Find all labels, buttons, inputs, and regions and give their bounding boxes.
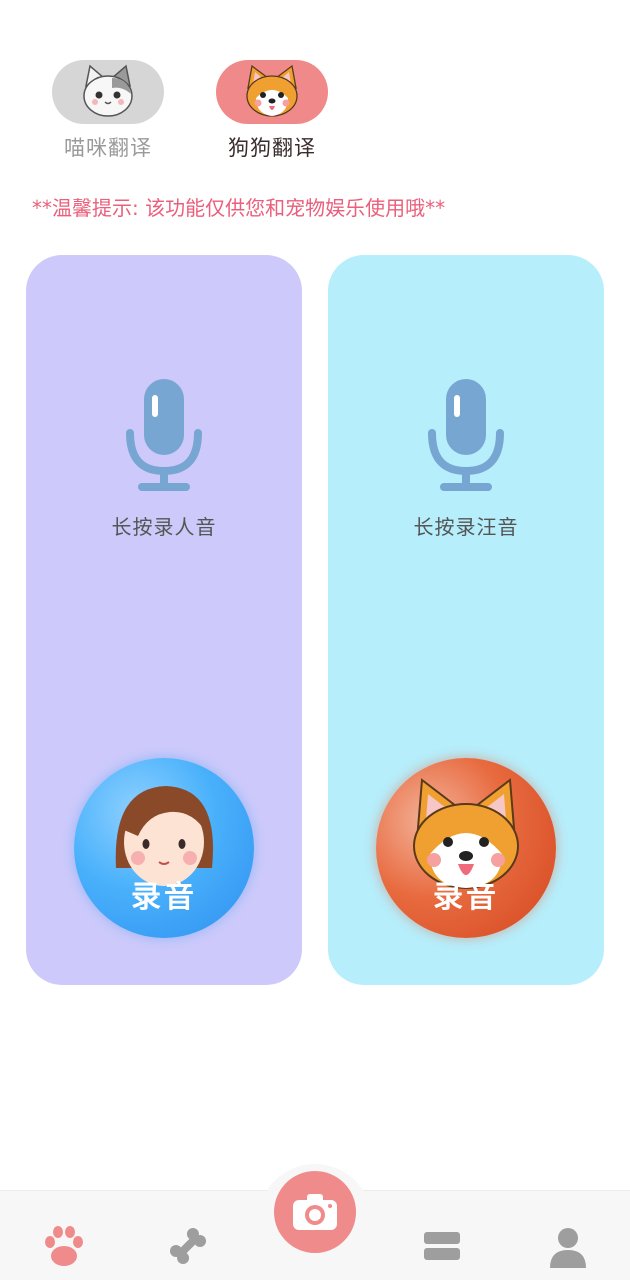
human-record-label: 录音: [131, 880, 197, 915]
tab-dog-translate[interactable]: 狗狗翻译: [216, 60, 328, 162]
warm-tip-text: **温馨提示: 该功能仅供您和宠物娱乐使用哦**: [32, 196, 446, 220]
list-icon[interactable]: [418, 1222, 466, 1270]
tab-cat-translate[interactable]: 喵咪翻译: [52, 60, 164, 162]
dog-record-hint: 长按录汪音: [413, 515, 519, 539]
camera-button[interactable]: [274, 1171, 356, 1253]
dog-record-button[interactable]: 录音: [376, 758, 556, 938]
cat-face-icon: [83, 64, 133, 117]
dog-tab-pill[interactable]: [216, 60, 328, 124]
human-record-hint: 长按录人音: [111, 515, 217, 539]
dog-tab-label: 狗狗翻译: [228, 136, 316, 160]
app-page: 喵咪翻译 狗狗翻译 **温馨提示: 该功能仅供您和宠物娱乐使用哦** 长按录人音…: [0, 0, 630, 1280]
microphone-icon: [428, 379, 504, 491]
cat-tab-label: 喵咪翻译: [64, 136, 152, 160]
dog-face-icon: [246, 64, 298, 117]
human-record-card[interactable]: 长按录人音 录音: [26, 255, 302, 985]
camera-icon: [293, 1194, 337, 1230]
bone-icon[interactable]: [164, 1222, 212, 1270]
dog-record-card[interactable]: 长按录汪音 录音: [328, 255, 604, 985]
dog-record-label: 录音: [433, 880, 499, 915]
paw-icon[interactable]: [40, 1222, 88, 1270]
microphone-icon: [126, 379, 202, 491]
cat-tab-pill[interactable]: [52, 60, 164, 124]
human-record-button[interactable]: 录音: [74, 758, 254, 938]
user-icon[interactable]: [544, 1222, 592, 1270]
